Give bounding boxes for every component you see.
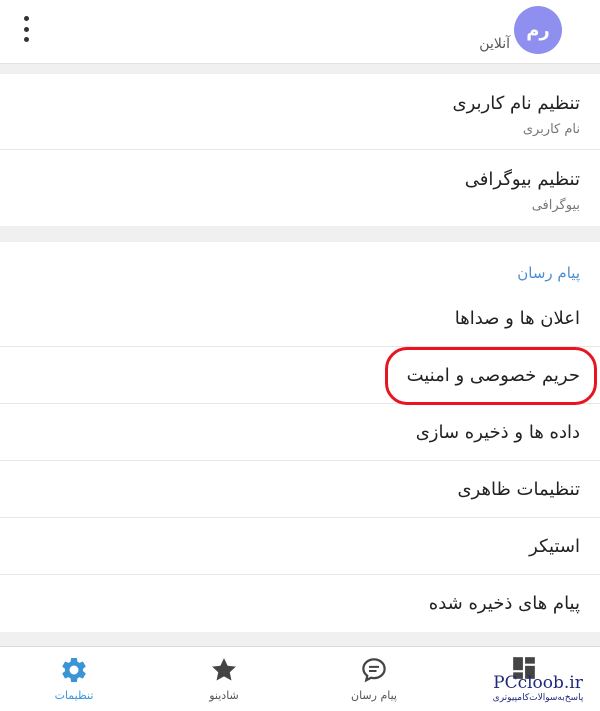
set-username-title: تنظیم نام کاربری — [452, 93, 580, 114]
app-header: رم آنلاین — [0, 0, 600, 64]
account-settings-card: تنظیم نام کاربری نام کاربری تنظیم بیوگرا… — [0, 74, 600, 226]
bio-value: بیوگرافی — [531, 198, 580, 213]
section-title-messenger: پیام رسان — [517, 264, 580, 282]
nav-messenger[interactable]: پیام رسان — [314, 655, 434, 702]
nav-shadino-label: شادینو — [209, 689, 239, 702]
star-icon — [212, 658, 236, 681]
data-storage-item[interactable]: داده ها و ذخیره سازی — [0, 404, 600, 461]
more-vertical-icon[interactable] — [18, 16, 34, 42]
set-username-item[interactable]: تنظیم نام کاربری نام کاربری — [0, 74, 600, 150]
saved-messages-item[interactable]: پیام های ذخیره شده — [0, 575, 600, 632]
nav-settings-label: تنظیمات — [54, 689, 94, 702]
online-status: آنلاین — [479, 36, 510, 52]
avatar[interactable]: رم — [514, 6, 562, 54]
sticker-item[interactable]: استیکر — [0, 518, 600, 575]
messenger-settings-card: پیام رسان اعلان ها و صداها حریم خصوصی و … — [0, 242, 600, 632]
appearance-settings-item[interactable]: تنظیمات ظاهری — [0, 461, 600, 518]
watermark-site: PCcloob.ir — [493, 673, 583, 693]
watermark: PCcloob.ir پاسخ‌به‌سوالات‌کامپیوتری — [480, 674, 596, 704]
username-value: نام کاربری — [522, 122, 580, 137]
nav-shadino[interactable]: شادینو — [164, 655, 284, 702]
nav-settings[interactable]: تنظیمات — [14, 655, 134, 702]
highlight-annotation — [385, 347, 597, 405]
gear-icon — [62, 657, 86, 682]
set-bio-item[interactable]: تنظیم بیوگرافی بیوگرافی — [0, 150, 600, 226]
set-bio-title: تنظیم بیوگرافی — [464, 169, 580, 190]
notifications-sounds-item[interactable]: اعلان ها و صداها — [0, 290, 600, 347]
chat-bubble-icon — [362, 658, 386, 683]
watermark-tagline: پاسخ‌به‌سوالات‌کامپیوتری — [492, 693, 584, 703]
nav-messenger-label: پیام رسان — [351, 689, 397, 702]
